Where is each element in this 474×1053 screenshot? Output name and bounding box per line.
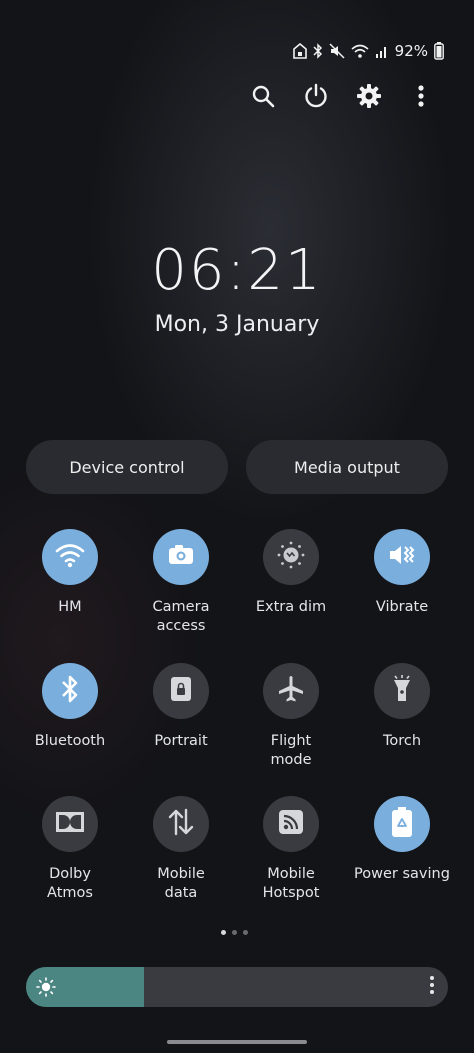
power-icon [303, 83, 329, 113]
tile-dolby-atmos[interactable]: Dolby Atmos [15, 796, 125, 903]
search-icon [251, 84, 275, 112]
extra-dim-icon [276, 540, 306, 574]
brightness-slider[interactable] [26, 967, 448, 1007]
tile-wifi-button[interactable] [42, 529, 98, 585]
tile-dolby-atmos-button[interactable] [42, 796, 98, 852]
page-dot[interactable] [243, 930, 248, 935]
media-output-button[interactable]: Media output [246, 440, 448, 494]
tile-portrait[interactable]: Portrait [126, 663, 236, 751]
brightness-options-button[interactable] [428, 975, 436, 999]
power-button[interactable] [300, 82, 332, 114]
tile-camera-access[interactable]: Camera access [126, 529, 236, 636]
tile-mobile-hotspot-button[interactable] [263, 796, 319, 852]
portrait-lock-icon [169, 675, 193, 707]
tile-bluetooth-button[interactable] [42, 663, 98, 719]
wifi-icon [55, 542, 85, 572]
bluetooth-icon [313, 43, 323, 59]
tile-vibrate[interactable]: Vibrate [347, 529, 457, 617]
flashlight-icon [390, 674, 414, 708]
tile-label: Camera access [152, 599, 210, 634]
more-vertical-icon [417, 84, 425, 112]
more-vertical-icon [429, 975, 435, 999]
tile-vibrate-button[interactable] [374, 529, 430, 585]
battery-icon [434, 42, 444, 60]
settings-button[interactable] [353, 82, 385, 114]
hotspot-icon [278, 809, 304, 839]
tile-label: Dolby Atmos [47, 866, 93, 901]
tile-label: HM [58, 599, 82, 615]
tile-mobile-hotspot[interactable]: Mobile Hotspot [236, 796, 346, 903]
airplane-icon [276, 674, 306, 708]
dolby-icon [55, 811, 85, 837]
tile-camera-access-button[interactable] [153, 529, 209, 585]
mute-icon [329, 43, 345, 59]
tile-label: Portrait [154, 733, 208, 749]
tile-label: Bluetooth [34, 733, 106, 749]
tile-torch-button[interactable] [374, 663, 430, 719]
tile-extra-dim[interactable]: Extra dim [236, 529, 346, 617]
tile-mobile-data[interactable]: Mobile data [126, 796, 236, 903]
tile-portrait-button[interactable] [153, 663, 209, 719]
tile-flight-mode-button[interactable] [263, 663, 319, 719]
tile-label: Power saving [354, 866, 450, 882]
battery-saver-icon [391, 806, 413, 842]
tile-label: Mobile data [157, 866, 205, 901]
page-indicator [221, 930, 248, 935]
settings-gear-icon [356, 83, 382, 113]
tile-flight-mode[interactable]: Flight mode [236, 663, 346, 770]
page-dot[interactable] [232, 930, 237, 935]
tile-torch[interactable]: Torch [347, 663, 457, 751]
tile-label: Extra dim [255, 599, 327, 615]
bluetooth-icon [60, 674, 80, 708]
brightness-sun-icon [36, 977, 56, 997]
gesture-home-bar[interactable] [167, 1040, 307, 1044]
device-control-button[interactable]: Device control [26, 440, 228, 494]
tile-label: Mobile Hotspot [262, 866, 320, 901]
clock-date[interactable]: Mon, 3 January [0, 312, 474, 337]
battery-percent: 92% [394, 42, 428, 60]
tile-label: Flight mode [270, 733, 312, 768]
clock-time[interactable]: 06:21 [0, 238, 474, 303]
more-options-button[interactable] [405, 82, 437, 114]
vibrate-icon [387, 541, 417, 573]
status-bar: 92% [292, 40, 444, 62]
tile-bluetooth[interactable]: Bluetooth [15, 663, 125, 751]
quick-panel-toolbar [240, 82, 440, 114]
tile-power-saving-button[interactable] [374, 796, 430, 852]
page-dot[interactable] [221, 930, 226, 935]
tile-extra-dim-button[interactable] [263, 529, 319, 585]
wifi-icon [351, 43, 369, 59]
tile-label: Torch [382, 733, 422, 749]
home-lock-icon [292, 43, 307, 59]
mobile-data-icon [166, 807, 196, 841]
tile-mobile-data-button[interactable] [153, 796, 209, 852]
tile-power-saving[interactable]: Power saving [347, 796, 457, 884]
camera-icon [167, 543, 195, 571]
tile-label: Vibrate [375, 599, 429, 615]
search-button[interactable] [247, 82, 279, 114]
signal-icon [375, 43, 389, 59]
tile-wifi[interactable]: HM [15, 529, 125, 617]
